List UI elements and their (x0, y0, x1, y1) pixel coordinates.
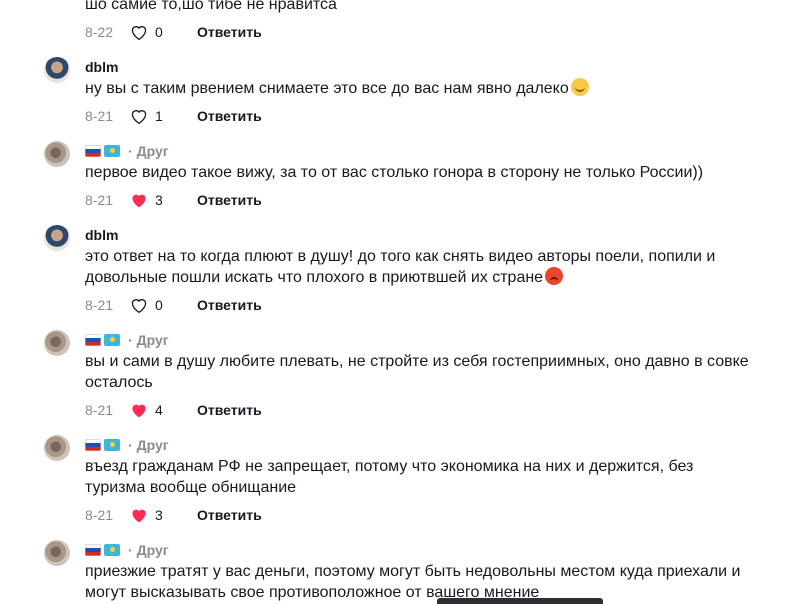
friend-badge: Друг (136, 437, 169, 453)
like-button[interactable]: 0 (129, 296, 197, 314)
comment-text-body: это ответ на то когда плюют в душу! до т… (85, 248, 716, 286)
flags (85, 145, 120, 157)
russia-flag-icon (85, 334, 101, 346)
comment-date: 8-21 (85, 507, 114, 523)
flags (85, 439, 120, 451)
flags (85, 544, 120, 556)
flags (85, 334, 120, 346)
comment-date: 8-21 (85, 192, 114, 208)
avatar[interactable] (44, 435, 70, 461)
comment-header: · Друг (85, 141, 764, 161)
reply-button[interactable]: Ответить (197, 402, 262, 418)
comment-meta: 8-22 0 Ответить (85, 19, 764, 45)
heart-filled-icon (132, 509, 146, 523)
avatar[interactable] (44, 57, 70, 83)
like-count: 0 (155, 297, 163, 313)
avatar[interactable] (44, 225, 70, 251)
reply-button[interactable]: Ответить (197, 24, 262, 40)
overlay-bar (437, 598, 603, 604)
like-count: 1 (155, 108, 163, 124)
avatar[interactable] (44, 540, 70, 566)
comment-text: шо самие то,шо тибе не нравитса (85, 0, 337, 13)
heart-icon (131, 26, 147, 41)
comment-header: · Друг (85, 540, 764, 560)
kazakhstan-flag-icon (104, 544, 120, 556)
comment-text: вы и сами в душу любите плевать, не стро… (85, 353, 749, 391)
reply-button[interactable]: Ответить (197, 192, 262, 208)
comment-date: 8-21 (85, 402, 114, 418)
comment-meta: 8-21 1 Ответить (85, 103, 764, 129)
like-button[interactable]: 3 (129, 506, 197, 524)
like-count: 3 (155, 192, 163, 208)
like-button[interactable]: 4 (129, 401, 197, 419)
friend-badge: Друг (136, 542, 169, 558)
separator-dot: · (128, 437, 133, 453)
comment-date: 8-21 (85, 108, 114, 124)
reply-button[interactable]: Ответить (197, 297, 262, 313)
comment-meta: 8-21 3 Ответить (85, 502, 764, 528)
comment-text: первое видео такое вижу, за то от вас ст… (85, 164, 704, 181)
comment-meta: 8-21 0 Ответить (85, 292, 764, 318)
reply-button[interactable]: Ответить (197, 108, 262, 124)
russia-flag-icon (85, 439, 101, 451)
russia-flag-icon (85, 145, 101, 157)
comment-text: ну вы с таким рвением снимаете это все д… (85, 78, 764, 99)
separator-dot: · (128, 143, 133, 159)
reply-button[interactable]: Ответить (197, 507, 262, 523)
like-button[interactable]: 0 (129, 23, 197, 41)
comment-header: dblm (85, 225, 764, 245)
comment-header: · Друг (85, 330, 764, 350)
comment-meta: 8-21 4 Ответить (85, 397, 764, 423)
comment-text: въезд гражданам РФ не запрещает, потому … (85, 458, 694, 496)
friend-badge: Друг (136, 143, 169, 159)
angry-emoji-icon (545, 267, 564, 285)
comment-header: · Друг (85, 435, 764, 455)
like-count: 0 (155, 24, 163, 40)
avatar[interactable] (44, 330, 70, 356)
like-button[interactable]: 3 (129, 191, 197, 209)
comment-date: 8-22 (85, 24, 114, 40)
heart-filled-icon (132, 194, 146, 208)
heart-icon (131, 110, 147, 125)
kazakhstan-flag-icon (104, 145, 120, 157)
like-count: 4 (155, 402, 163, 418)
avatar[interactable] (44, 141, 70, 167)
username[interactable]: dblm (85, 59, 118, 75)
friend-badge: Друг (136, 332, 169, 348)
kazakhstan-flag-icon (104, 334, 120, 346)
heart-filled-icon (132, 404, 146, 418)
heart-icon (131, 299, 147, 314)
comment-date: 8-21 (85, 297, 114, 313)
comment-text: приезжие тратят у вас деньги, поэтому мо… (85, 563, 741, 601)
like-count: 3 (155, 507, 163, 523)
kazakhstan-flag-icon (104, 439, 120, 451)
separator-dot: · (128, 542, 133, 558)
comment-meta: 8-21 3 Ответить (85, 187, 764, 213)
like-button[interactable]: 1 (129, 107, 197, 125)
username[interactable]: dblm (85, 227, 118, 243)
russia-flag-icon (85, 544, 101, 556)
comment-text-body: ну вы с таким рвением снимаете это все д… (85, 80, 569, 97)
comment-header: dblm (85, 57, 764, 77)
smile-emoji-icon (570, 78, 589, 96)
separator-dot: · (128, 332, 133, 348)
comment-text: это ответ на то когда плюют в душу! до т… (85, 246, 764, 288)
